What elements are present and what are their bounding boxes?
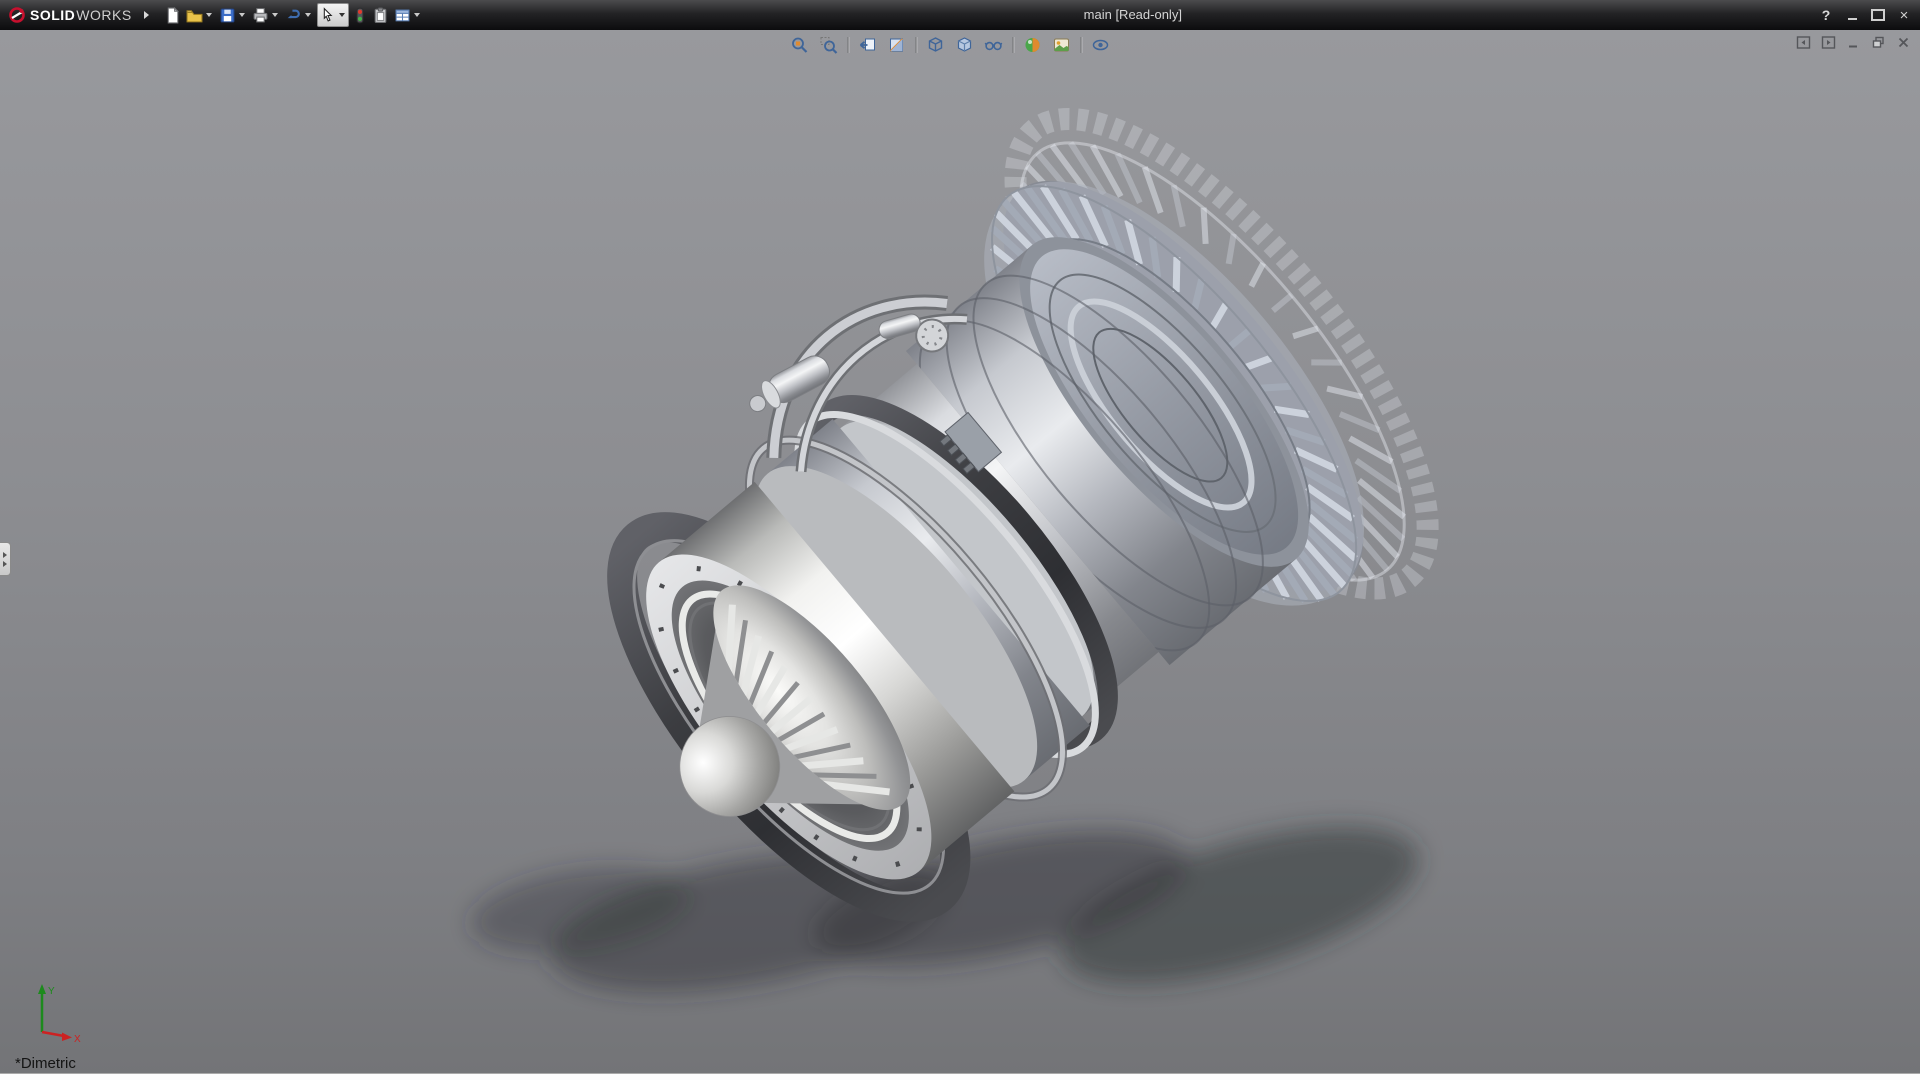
print-button[interactable]	[251, 3, 281, 27]
document-window-controls	[1794, 33, 1912, 51]
edit-appearance-button[interactable]	[1021, 33, 1045, 57]
zoom-to-area-button[interactable]	[817, 33, 841, 57]
title-bar: SOLID WORKS	[0, 0, 1920, 30]
view-settings-button[interactable]	[1089, 33, 1113, 57]
triad-x-label: X	[74, 1034, 81, 1045]
dropdown-arrow-icon[interactable]	[239, 13, 245, 17]
section-view-icon	[888, 36, 906, 54]
select-cursor-icon	[319, 7, 336, 24]
expand-arrow-icon	[3, 561, 7, 567]
new-document-button[interactable]	[163, 3, 182, 27]
dropdown-arrow-icon[interactable]	[305, 13, 311, 17]
print-icon	[252, 7, 269, 24]
brand-name-light: WORKS	[76, 7, 131, 23]
edit-appearance-icon	[1024, 36, 1042, 54]
display-style-button[interactable]	[953, 33, 977, 57]
dropdown-arrow-icon[interactable]	[206, 13, 212, 17]
standard-toolbar	[163, 3, 423, 27]
doc-close-button[interactable]	[1894, 33, 1912, 51]
select-tool-button[interactable]	[317, 3, 349, 27]
help-button[interactable]: ?	[1816, 5, 1836, 25]
doc-minimize-button[interactable]	[1844, 33, 1862, 51]
zoom-fit-button[interactable]	[788, 33, 812, 57]
view-orientation-label: *Dimetric	[15, 1055, 76, 1072]
pane-left-button[interactable]	[1794, 33, 1812, 51]
close-icon	[1896, 35, 1911, 50]
hide-show-items-button[interactable]	[982, 33, 1006, 57]
view-settings-icon	[1092, 36, 1110, 54]
triad-y-label: Y	[48, 986, 55, 997]
minimize-button[interactable]	[1842, 5, 1862, 25]
display-style-icon	[956, 36, 974, 54]
view-orientation-button[interactable]	[924, 33, 948, 57]
undo-icon	[285, 7, 302, 24]
zoom-fit-icon	[791, 36, 809, 54]
doc-restore-button[interactable]	[1869, 33, 1887, 51]
pane-right-icon	[1821, 35, 1836, 50]
dropdown-arrow-icon[interactable]	[272, 13, 278, 17]
window-controls: ? ×	[1816, 0, 1914, 30]
toolbar-flyout-arrow-icon[interactable]	[144, 11, 149, 19]
toolbar-separator	[1013, 37, 1014, 53]
document-title: main [Read-only]	[1084, 0, 1182, 30]
section-view-button[interactable]	[885, 33, 909, 57]
apply-scene-icon	[1053, 36, 1071, 54]
view-orientation-icon	[927, 36, 945, 54]
pane-left-icon	[1796, 35, 1811, 50]
pane-right-button[interactable]	[1819, 33, 1837, 51]
status-bar	[0, 1073, 1920, 1080]
help-icon: ?	[1822, 7, 1831, 23]
close-icon: ×	[1900, 8, 1909, 23]
graphics-area[interactable]: Y X	[0, 30, 1920, 1074]
close-button[interactable]: ×	[1894, 5, 1914, 25]
open-icon	[186, 7, 203, 24]
solidworks-logo-icon	[8, 6, 26, 24]
new-document-icon	[164, 7, 181, 24]
previous-view-button[interactable]	[856, 33, 880, 57]
heads-up-view-toolbar	[788, 33, 1113, 57]
hide-show-items-icon	[985, 36, 1003, 54]
toolbar-separator	[1081, 37, 1082, 53]
featuremanager-flyout-tab[interactable]	[0, 542, 11, 576]
restore-icon	[1871, 35, 1886, 50]
minimize-icon	[1846, 35, 1861, 50]
zoom-to-area-icon	[820, 36, 838, 54]
maximize-button[interactable]	[1868, 5, 1888, 25]
apply-scene-button[interactable]	[1050, 33, 1074, 57]
model-viewport-canvas[interactable]: Y X	[0, 30, 1920, 1074]
toolbar-separator	[916, 37, 917, 53]
open-button[interactable]	[185, 3, 215, 27]
brand-name-bold: SOLID	[30, 7, 75, 23]
dropdown-arrow-icon[interactable]	[414, 13, 420, 17]
minimize-icon	[1848, 18, 1857, 20]
maximize-icon	[1871, 9, 1885, 21]
undo-button[interactable]	[284, 3, 314, 27]
app-logo: SOLID WORKS	[0, 6, 142, 24]
save-button[interactable]	[218, 3, 248, 27]
traffic-light-icon	[353, 7, 367, 24]
options-table-icon	[394, 7, 411, 24]
save-icon	[219, 7, 236, 24]
dropdown-arrow-icon[interactable]	[339, 13, 345, 17]
rebuild-indicator-button[interactable]	[352, 3, 368, 27]
copy-settings-button[interactable]	[371, 3, 390, 27]
clipboard-icon	[372, 7, 389, 24]
previous-view-icon	[859, 36, 877, 54]
toolbar-separator	[848, 37, 849, 53]
options-button[interactable]	[393, 3, 423, 27]
expand-arrow-icon	[3, 552, 7, 558]
